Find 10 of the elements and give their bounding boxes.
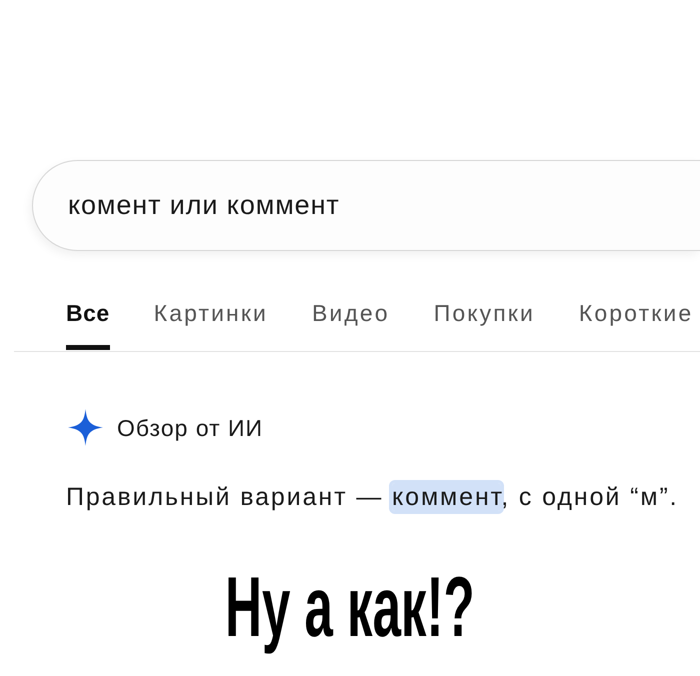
tab[interactable]: Короткие: [578, 289, 694, 350]
tab[interactable]: Все: [66, 289, 110, 350]
sparkle-icon: [68, 409, 103, 446]
tab[interactable]: Видео: [312, 289, 390, 350]
search-field[interactable]: комент или коммент: [32, 160, 700, 251]
tab[interactable]: Картинки: [154, 289, 268, 350]
tab[interactable]: Покупки: [434, 289, 535, 350]
ai-overview-title: Обзор от ИИ: [117, 414, 264, 442]
ai-answer-text: Правильный вариант — коммент, с одной “м”.: [66, 482, 680, 512]
caption-text: Ну а как!?: [225, 559, 475, 657]
